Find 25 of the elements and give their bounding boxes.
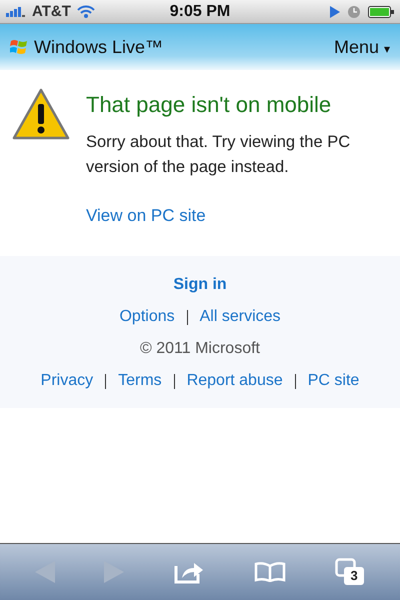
site-title[interactable]: Windows Live™ <box>34 36 164 58</box>
share-icon[interactable] <box>174 560 204 584</box>
footer-link[interactable]: Privacy <box>40 372 94 390</box>
tabs-button[interactable]: 3 <box>335 558 366 586</box>
footer-link[interactable]: Options <box>119 308 175 326</box>
windows-flag-icon <box>10 38 28 56</box>
error-message: Sorry about that. Try viewing the PC version of the page instead. <box>86 132 352 178</box>
clock-icon <box>348 6 360 18</box>
footer-link[interactable]: Terms <box>118 372 162 390</box>
copyright-text: © 2011 Microsoft <box>140 340 260 358</box>
sign-in-link[interactable]: Sign in <box>173 276 227 294</box>
footer-link[interactable]: PC site <box>308 372 360 390</box>
footer-link[interactable]: Report abuse <box>186 372 283 390</box>
location-icon <box>330 6 340 18</box>
clock-time: 9:05 PM <box>170 2 230 20</box>
wifi-icon <box>76 5 95 18</box>
error-heading: That page isn't on mobile <box>86 92 332 118</box>
footer-link[interactable]: All services <box>200 308 281 326</box>
signal-icon <box>6 6 26 16</box>
battery-icon <box>368 6 394 18</box>
bookmarks-icon[interactable] <box>254 562 286 582</box>
carrier-name: AT&T <box>32 3 71 20</box>
pc-site-link[interactable]: View on PC site <box>86 206 206 226</box>
warning-icon <box>12 88 70 140</box>
menu-button[interactable]: Menu ▾ <box>334 34 390 60</box>
